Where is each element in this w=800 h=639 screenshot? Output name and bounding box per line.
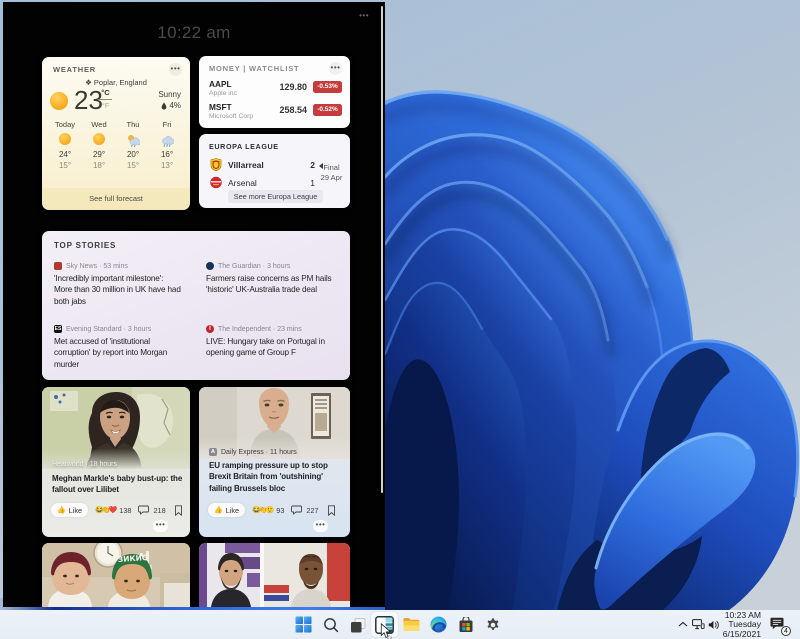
weather-location: ❖ Poplar, England (42, 78, 190, 87)
europa-title: EUROPA LEAGUE (209, 142, 279, 151)
file-explorer-button[interactable] (398, 612, 425, 637)
store-icon (458, 617, 474, 633)
story-item[interactable]: Sky News · 53 mins 'Incredibly important… (54, 262, 182, 307)
widgets-panel: 10:22 am ••• WEATHER ••• ❖ Poplar, Engla… (3, 2, 385, 607)
stock-change-badge: -0.52% (313, 104, 342, 116)
panel-clock: 10:22 am (3, 23, 385, 43)
forecast-day[interactable]: Wed 29° 18° (82, 120, 116, 170)
weather-forecast: Today 24° 15° Wed 29° 18° Thu 20° (48, 120, 184, 170)
daily-express-icon: A (209, 448, 217, 456)
network-icon[interactable] (692, 619, 705, 630)
match-status: Final 29 Apr (317, 163, 346, 183)
money-widget[interactable]: MONEY | WATCHLIST ••• AAPL Apple inc 129… (199, 56, 350, 128)
file-explorer-icon (403, 617, 420, 632)
like-button[interactable]: 👍Like (208, 503, 245, 517)
arsenal-crest-icon (210, 176, 222, 189)
news-headline: Meghan Markle's baby bust-up: the fallou… (52, 473, 184, 496)
bookmark-icon[interactable] (174, 505, 183, 516)
guardian-icon (206, 262, 214, 270)
news-card-partial[interactable] (199, 543, 350, 607)
reaction-emojis: 😂👏❤️ (95, 506, 115, 514)
unit-celsius[interactable]: °C (99, 88, 112, 100)
weather-precipitation: 4% (161, 101, 181, 110)
stock-change-badge: -0.53% (313, 81, 342, 93)
story-item[interactable]: IThe Independent · 23 mins LIVE: Hungary… (206, 325, 350, 359)
villarreal-crest-icon (210, 158, 222, 171)
top-stories-widget: TOP STORIES Sky News · 53 mins 'Incredib… (42, 231, 350, 380)
evening-standard-icon: ES (54, 325, 62, 333)
news-source: ADaily Express · 11 hours (209, 448, 297, 456)
task-view-button[interactable] (344, 612, 371, 637)
notification-button[interactable]: 4 (770, 617, 790, 634)
weather-condition: Sunny (158, 90, 181, 99)
kids-photo: ЗИКИС (42, 543, 190, 607)
panel-scrollbar[interactable] (381, 6, 383, 493)
start-button[interactable] (290, 612, 317, 637)
panel-menu-button[interactable]: ••• (359, 11, 369, 20)
news-actions: 👍Like 😂👏❤️ 138 218 (51, 502, 182, 518)
taskbar-center (290, 610, 506, 639)
task-view-icon (350, 617, 366, 633)
story-item[interactable]: The Guardian · 3 hours Farmers raise con… (206, 262, 350, 296)
forecast-day[interactable]: Thu 20° 15° (116, 120, 150, 170)
unit-fahrenheit[interactable]: °F (99, 100, 112, 111)
meghan-markle-photo (42, 387, 190, 469)
thumbs-up-icon: 👍 (57, 506, 66, 514)
weather-title: WEATHER (53, 65, 96, 74)
see-full-forecast-link[interactable]: See full forecast (42, 188, 190, 210)
card-more-button[interactable]: ••• (313, 520, 328, 532)
rain-icon (160, 133, 174, 147)
independent-icon: I (206, 325, 214, 333)
like-button[interactable]: 👍Like (51, 503, 88, 517)
notification-badge: 4 (781, 626, 791, 636)
sunny-icon (92, 133, 106, 147)
news-source: Heatworld · 18 hours (52, 461, 117, 468)
windows-logo-icon (295, 616, 312, 633)
story-item[interactable]: ESEvening Standard · 3 hours Met accused… (54, 325, 182, 370)
weather-unit-toggle[interactable]: °C °F (99, 88, 112, 110)
search-icon (323, 617, 339, 633)
see-more-europa-link[interactable]: See more Europa League (228, 190, 323, 203)
news-headline: EU ramping pressure up to stop Brexit Br… (209, 460, 344, 494)
top-stories-title: TOP STORIES (54, 241, 116, 250)
taskbar: 10:23 AM Tuesday 6/15/2021 4 (0, 610, 800, 639)
news-card[interactable]: ADaily Express · 11 hours EU ramping pre… (199, 387, 350, 537)
forecast-day[interactable]: Fri 16° 13° (150, 120, 184, 170)
money-menu-button[interactable]: ••• (329, 62, 342, 75)
store-button[interactable] (452, 612, 479, 637)
sunny-icon (58, 133, 72, 147)
forecast-day[interactable]: Today 24° 15° (48, 120, 82, 170)
rain-sun-icon (126, 133, 140, 147)
droplet-icon (161, 102, 167, 110)
bookmark-icon[interactable] (327, 505, 336, 516)
football-pundits-photo (199, 543, 350, 607)
chevron-up-icon[interactable] (678, 621, 688, 628)
sunny-icon (50, 92, 68, 110)
card-more-button[interactable]: ••• (153, 520, 168, 532)
weather-menu-button[interactable]: ••• (169, 63, 182, 76)
sky-news-icon (54, 262, 62, 270)
thumbs-up-icon: 👍 (214, 506, 223, 514)
edge-icon (430, 616, 447, 633)
desktop: 10:22 am ••• WEATHER ••• ❖ Poplar, Engla… (0, 0, 800, 639)
money-title: MONEY | WATCHLIST (209, 64, 299, 73)
mouse-cursor (380, 623, 392, 639)
europa-league-widget[interactable]: EUROPA LEAGUE Villarreal 2 Arsenal 1 Fin… (199, 134, 350, 208)
settings-button[interactable] (479, 612, 506, 637)
comment-icon[interactable] (291, 505, 302, 515)
reaction-emojis: 😂👏🙂 (252, 506, 272, 514)
news-card[interactable]: Heatworld · 18 hours Meghan Markle's bab… (42, 387, 190, 537)
widgets-button[interactable] (371, 612, 398, 637)
stock-row[interactable]: MSFT Microsoft Corp 258.54 -0.52% (209, 102, 342, 122)
comment-icon[interactable] (138, 505, 149, 515)
volume-icon[interactable] (708, 620, 720, 630)
news-actions: 👍Like 😂👏🙂 93 227 (208, 502, 342, 518)
edge-button[interactable] (425, 612, 452, 637)
news-card-partial[interactable]: ЗИКИС (42, 543, 190, 607)
stock-row[interactable]: AAPL Apple inc 129.80 -0.53% (209, 79, 342, 99)
weather-widget[interactable]: WEATHER ••• ❖ Poplar, England 23 °C °F S… (42, 57, 190, 210)
settings-gear-icon (485, 617, 501, 633)
search-button[interactable] (317, 612, 344, 637)
tray-clock[interactable]: 10:23 AM Tuesday 6/15/2021 (723, 611, 761, 639)
